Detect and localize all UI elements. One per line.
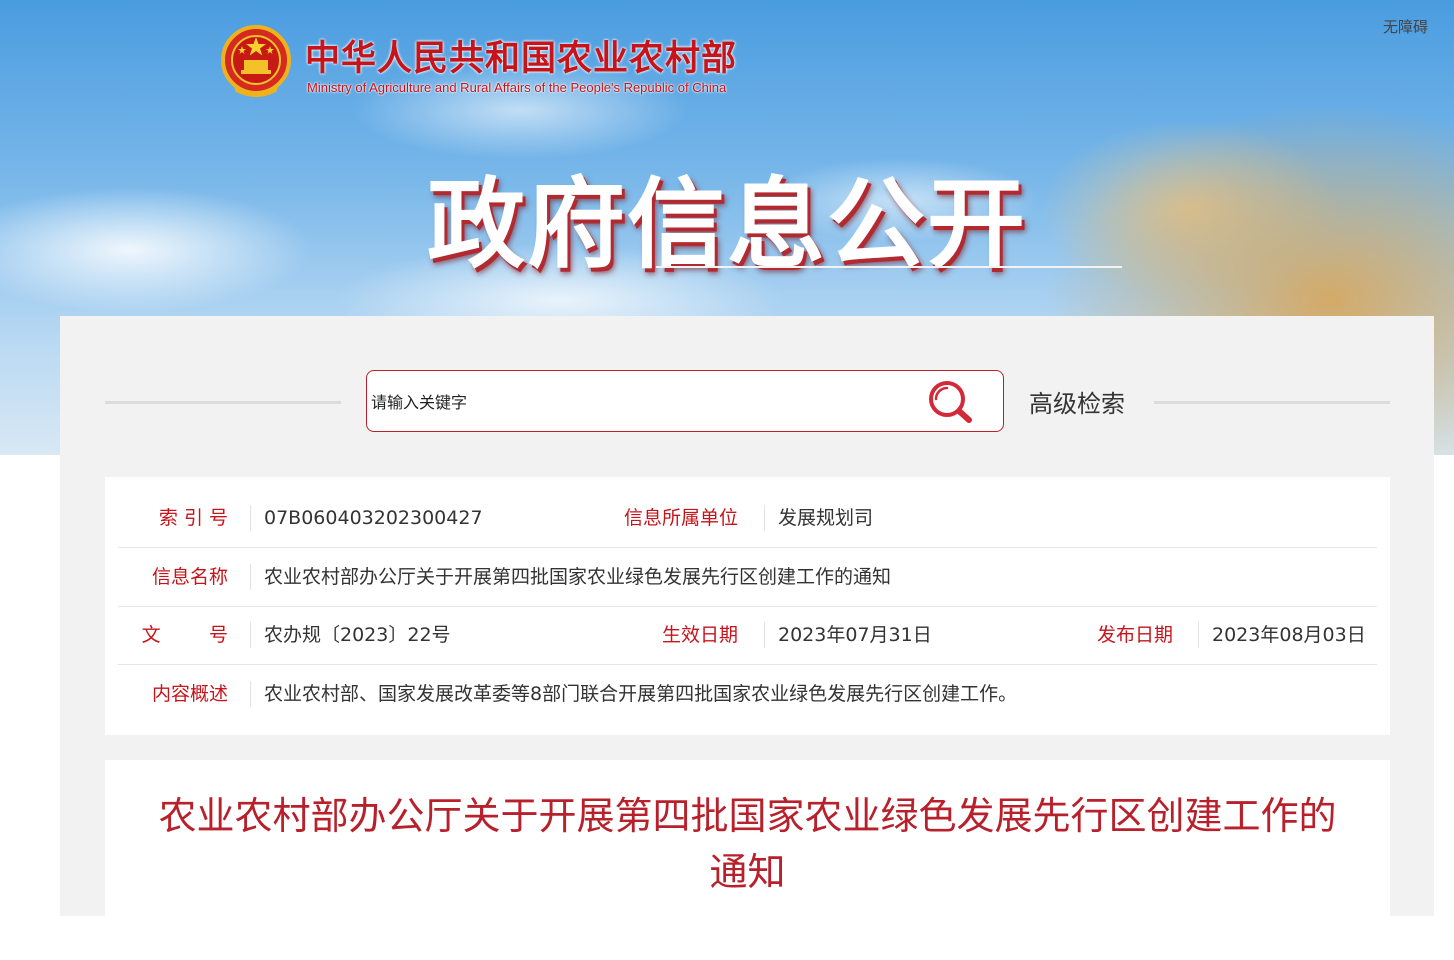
separator bbox=[764, 505, 765, 531]
info-metadata-table: 索 引 号 07B060403202300427 信息所属单位 发展规划司 信息… bbox=[105, 477, 1390, 735]
unit-value: 发展规划司 bbox=[778, 507, 874, 529]
meta-row-name: 信息名称 农业农村部办公厅关于开展第四批国家农业绿色发展先行区创建工作的通知 bbox=[118, 548, 1377, 607]
document-title: 农业农村部办公厅关于开展第四批国家农业绿色发展先行区创建工作的通知 bbox=[158, 794, 1337, 894]
search-input[interactable] bbox=[369, 385, 913, 419]
meta-row-index: 索 引 号 07B060403202300427 信息所属单位 发展规划司 bbox=[118, 489, 1377, 548]
summary-value: 农业农村部、国家发展改革委等8部门联合开展第四批国家农业绿色发展先行区创建工作。 bbox=[264, 683, 1018, 705]
search-divider-left bbox=[105, 401, 341, 404]
docno-value: 农办规〔2023〕22号 bbox=[264, 624, 451, 646]
advanced-search-link[interactable]: 高级检索 bbox=[1029, 384, 1125, 419]
separator bbox=[1198, 622, 1199, 648]
document-body: 农业农村部办公厅关于开展第四批国家农业绿色发展先行区创建工作的通知 bbox=[105, 760, 1390, 960]
name-label: 信息名称 bbox=[151, 566, 228, 588]
separator bbox=[764, 622, 765, 648]
separator bbox=[250, 564, 251, 590]
separator bbox=[250, 681, 251, 707]
site-name-cn[interactable]: 中华人民共和国农业农村部 bbox=[305, 30, 737, 81]
accessibility-link[interactable]: 无障碍 bbox=[1383, 16, 1428, 37]
search-icon bbox=[929, 381, 972, 423]
national-emblem-icon[interactable] bbox=[220, 24, 292, 100]
separator bbox=[250, 622, 251, 648]
search-box bbox=[366, 370, 1004, 432]
content-panel: 高级检索 索 引 号 07B060403202300427 信息所属单位 发展规… bbox=[60, 316, 1434, 960]
summary-label: 内容概述 bbox=[151, 683, 228, 705]
index-label: 索 引 号 bbox=[158, 507, 228, 529]
effective-date-label: 生效日期 bbox=[661, 624, 738, 646]
search-divider-right bbox=[1154, 401, 1390, 404]
docno-label: 文 号 bbox=[141, 624, 228, 646]
meta-row-docno: 文 号 农办规〔2023〕22号 生效日期 2023年07月31日 发布日期 2… bbox=[118, 606, 1377, 665]
separator bbox=[250, 505, 251, 531]
site-name-en[interactable]: Ministry of Agriculture and Rural Affair… bbox=[307, 80, 726, 95]
meta-row-summary: 内容概述 农业农村部、国家发展改革委等8部门联合开展第四批国家农业绿色发展先行区… bbox=[118, 665, 1377, 723]
title-underline bbox=[656, 266, 1122, 268]
published-date-value: 2023年08月03日 bbox=[1212, 624, 1366, 646]
name-value: 农业农村部办公厅关于开展第四批国家农业绿色发展先行区创建工作的通知 bbox=[264, 566, 892, 588]
search-button[interactable] bbox=[927, 379, 975, 425]
published-date-label: 发布日期 bbox=[1096, 624, 1173, 646]
unit-label: 信息所属单位 bbox=[623, 507, 738, 529]
index-value: 07B060403202300427 bbox=[264, 507, 483, 529]
effective-date-value: 2023年07月31日 bbox=[778, 624, 932, 646]
